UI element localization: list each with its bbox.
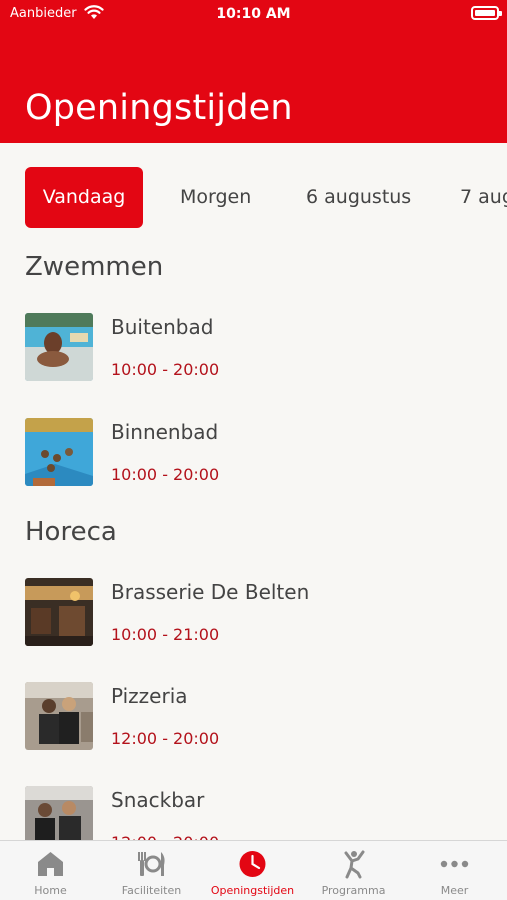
- tab-morgen[interactable]: Morgen: [180, 167, 251, 228]
- item-name: Buitenbad: [111, 315, 214, 339]
- tabbar-label: Openingstijden: [210, 884, 295, 897]
- tabbar-item-meer[interactable]: Meer: [404, 841, 505, 900]
- section-title-zwemmen: Zwemmen: [25, 252, 164, 282]
- tabbar-item-programma[interactable]: Programma: [303, 841, 404, 900]
- clock-time: 10:10 AM: [216, 6, 291, 22]
- tabbar-item-home[interactable]: Home: [0, 841, 101, 900]
- tabbar-label: Faciliteiten: [121, 884, 182, 897]
- bottom-tab-bar: Home Faciliteiten Openingstijden Program…: [0, 840, 507, 900]
- list-item-brasserie-de-belten[interactable]: Brasserie De Belten 10:00 - 21:00: [0, 578, 507, 668]
- indoor-pool-photo: [25, 418, 93, 486]
- item-hours: 10:00 - 21:00: [111, 625, 220, 644]
- tabbar-item-openingstijden[interactable]: Openingstijden: [202, 841, 303, 900]
- item-name: Brasserie De Belten: [111, 580, 310, 604]
- app-header: Aanbieder 10:10 AM Openingstijden: [0, 0, 507, 143]
- list-item-buitenbad[interactable]: Buitenbad 10:00 - 20:00: [0, 313, 507, 403]
- pizzeria-photo: [25, 682, 93, 750]
- day-tabs: Vandaag Morgen 6 augustus 7 augustus: [0, 143, 507, 243]
- page-title: Openingstijden: [25, 88, 293, 128]
- list-item-binnenbad[interactable]: Binnenbad 10:00 - 20:00: [0, 418, 507, 508]
- tabbar-item-faciliteiten[interactable]: Faciliteiten: [101, 841, 202, 900]
- battery-icon: [471, 6, 502, 20]
- tabbar-label: Home: [34, 884, 67, 897]
- clock-icon: [239, 851, 266, 877]
- brasserie-photo: [25, 578, 93, 646]
- status-bar: Aanbieder 10:10 AM: [0, 0, 507, 30]
- more-icon: [440, 860, 469, 868]
- item-name: Binnenbad: [111, 420, 219, 444]
- item-hours: 12:00 - 20:00: [111, 729, 220, 748]
- item-name: Snackbar: [111, 788, 205, 812]
- tab-7-augustus[interactable]: 7 augustus: [460, 167, 507, 228]
- dancer-icon: [344, 850, 365, 879]
- tabbar-label: Meer: [440, 884, 469, 897]
- home-icon: [38, 852, 63, 876]
- tab-vandaag[interactable]: Vandaag: [25, 167, 143, 228]
- tab-6-augustus[interactable]: 6 augustus: [306, 167, 411, 228]
- item-hours: 10:00 - 20:00: [111, 360, 220, 379]
- item-name: Pizzeria: [111, 684, 188, 708]
- list-item-pizzeria[interactable]: Pizzeria 12:00 - 20:00: [0, 682, 507, 772]
- section-title-horeca: Horeca: [25, 517, 117, 547]
- item-hours: 10:00 - 20:00: [111, 465, 220, 484]
- cutlery-icon: [138, 852, 165, 876]
- outdoor-pool-photo: [25, 313, 93, 381]
- tabbar-label: Programma: [321, 884, 386, 897]
